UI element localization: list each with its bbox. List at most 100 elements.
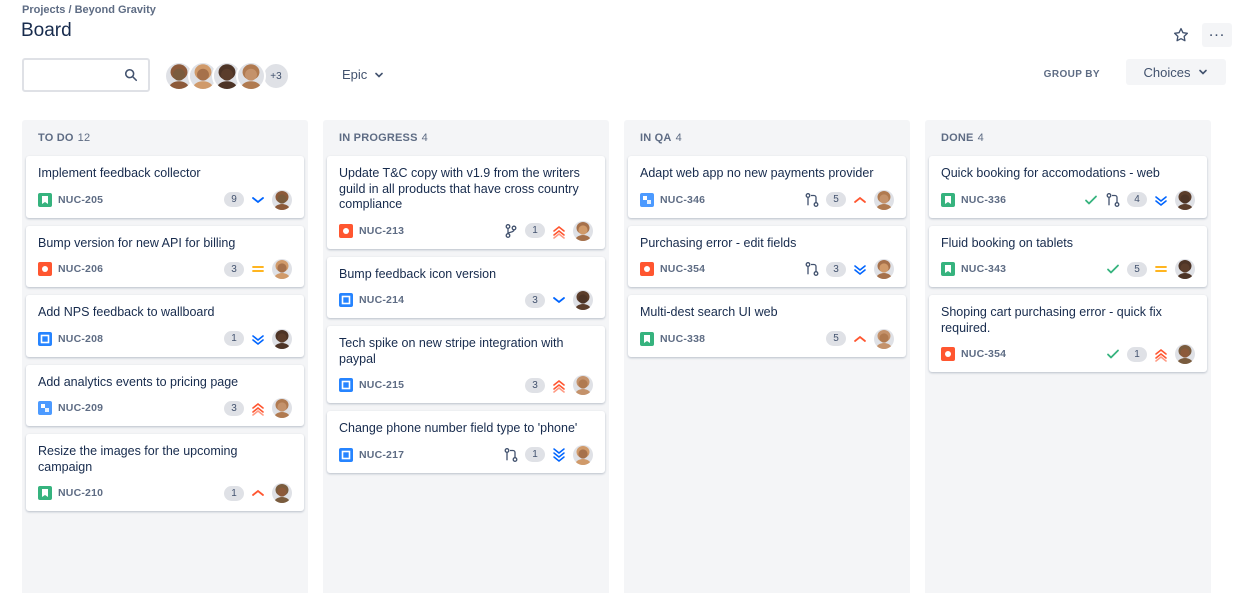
issue-meta: 1 — [503, 444, 593, 465]
assignee-avatar[interactable] — [874, 259, 894, 279]
assignee-avatar[interactable] — [272, 483, 292, 503]
story-points-badge: 3 — [826, 261, 846, 277]
task-type-icon — [339, 293, 353, 307]
story-points-badge: 1 — [224, 485, 244, 501]
issue-title: Update T&C copy with v1.9 from the write… — [339, 166, 580, 211]
task-type-icon — [339, 378, 353, 392]
issue-card[interactable]: Bump version for new API for billing NUC… — [26, 225, 304, 287]
issue-title: Tech spike on new stripe integration wit… — [339, 336, 564, 366]
assignee-avatar[interactable] — [573, 220, 593, 241]
avatar[interactable] — [236, 61, 266, 91]
issue-key: NUC-338 — [660, 332, 706, 345]
issue-meta: 5 — [826, 328, 894, 349]
column-header: TO DO 12 — [26, 128, 304, 156]
column-header: IN QA 4 — [628, 128, 906, 156]
assignee-avatar[interactable] — [573, 290, 593, 310]
bug-type-icon — [640, 262, 654, 276]
issue-card[interactable]: Adapt web app no new payments provider N… — [628, 156, 906, 218]
issue-footer: NUC-214 3 — [339, 290, 593, 310]
issue-title: Quick booking for accomodations - web — [941, 166, 1160, 180]
issue-key: NUC-354 — [660, 263, 706, 275]
assignee-avatar[interactable] — [272, 259, 292, 279]
issue-meta: 3 — [804, 259, 894, 279]
issue-footer: NUC-346 5 — [640, 189, 894, 210]
issue-meta: 4 — [1083, 189, 1195, 210]
header-actions: ... — [1168, 22, 1232, 48]
issue-title: Shoping cart purchasing error - quick fi… — [941, 305, 1162, 335]
issue-key: NUC-336 — [961, 193, 1007, 206]
priority-low-icon — [250, 192, 266, 208]
priority-lowest-icon — [1153, 192, 1169, 208]
column-in-progress: IN PROGRESS 4 Update T&C copy with v1.9 f… — [323, 120, 609, 593]
assignee-avatar[interactable] — [272, 398, 292, 418]
issue-meta: 3 — [224, 259, 292, 279]
story-points-badge: 5 — [826, 331, 846, 346]
issue-key: NUC-346 — [660, 193, 706, 206]
issue-card[interactable]: Multi-dest search UI web NUC-338 5 — [628, 295, 906, 357]
assignee-avatar[interactable] — [874, 328, 894, 349]
assignee-avatar[interactable] — [1175, 344, 1195, 364]
story-points-badge: 9 — [224, 192, 244, 207]
search-field[interactable] — [22, 58, 150, 92]
assignee-avatar[interactable] — [272, 328, 292, 349]
more-assignees-button[interactable]: +3 — [262, 62, 290, 90]
assignee-avatar[interactable] — [272, 189, 292, 210]
issue-title: Add NPS feedback to wallboard — [38, 305, 215, 319]
issue-card[interactable]: Shoping cart purchasing error - quick fi… — [929, 295, 1207, 372]
issue-meta: 3 — [525, 290, 593, 310]
priority-highest-icon — [250, 400, 266, 416]
issue-footer: NUC-205 9 — [38, 189, 292, 210]
issue-footer: NUC-336 4 — [941, 189, 1195, 210]
issue-key: NUC-217 — [359, 448, 405, 461]
assignee-avatar[interactable] — [1175, 259, 1195, 279]
issue-footer: NUC-354 1 — [941, 344, 1195, 364]
issue-footer: NUC-206 3 — [38, 259, 292, 279]
issue-meta: 1 — [503, 220, 593, 241]
issue-meta: 1 — [224, 483, 292, 503]
issue-footer: NUC-217 1 — [339, 444, 593, 465]
search-input[interactable] — [30, 60, 120, 90]
subtask-type-icon — [640, 192, 654, 207]
epic-filter-dropdown[interactable]: Epic — [342, 67, 384, 82]
assignee-avatar[interactable] — [874, 189, 894, 210]
issue-key: NUC-210 — [58, 487, 104, 499]
assignee-avatar[interactable] — [573, 375, 593, 395]
assignee-avatar[interactable] — [1175, 189, 1195, 210]
board: TO DO 12 Implement feedback collector NUC… — [22, 120, 1211, 593]
issue-title: Resize the images for the upcoming campa… — [38, 444, 238, 474]
issue-title: Bump version for new API for billing — [38, 235, 236, 250]
star-button[interactable] — [1168, 22, 1194, 48]
pull-request-icon — [1105, 192, 1121, 208]
chevron-down-icon — [375, 72, 384, 78]
issue-card[interactable]: Quick booking for accomodations - web NU… — [929, 156, 1207, 218]
column-header: DONE 4 — [929, 128, 1207, 156]
assignee-avatar[interactable] — [573, 444, 593, 465]
issue-key: NUC-213 — [359, 224, 405, 237]
group-by-dropdown[interactable]: Choices — [1126, 59, 1226, 85]
issue-card[interactable]: Bump feedback icon version NUC-214 3 — [327, 256, 605, 318]
issue-card[interactable]: Update T&C copy with v1.9 from the write… — [327, 156, 605, 249]
issue-footer: NUC-213 1 — [339, 220, 593, 241]
story-points-badge: 5 — [826, 192, 846, 207]
pull-request-icon — [503, 447, 519, 463]
story-points-badge: 3 — [525, 292, 545, 308]
breadcrumb[interactable]: Projects / Beyond Gravity — [22, 4, 156, 16]
story-points-badge: 4 — [1127, 192, 1147, 207]
issue-card[interactable]: Add NPS feedback to wallboard NUC-208 1 — [26, 295, 304, 357]
issue-card[interactable]: Purchasing error - edit fields NUC-354 3 — [628, 225, 906, 287]
issue-card[interactable]: Implement feedback collector NUC-205 9 — [26, 156, 304, 218]
issue-title: Adapt web app no new payments provider — [640, 166, 874, 180]
more-options-button[interactable]: ... — [1202, 23, 1232, 47]
column-count: 4 — [675, 132, 682, 144]
issue-card[interactable]: Add analytics events to pricing page NUC… — [26, 364, 304, 426]
issue-card[interactable]: Fluid booking on tablets NUC-343 5 — [929, 225, 1207, 287]
issue-card[interactable]: Tech spike on new stripe integration wit… — [327, 326, 605, 403]
column-count: 4 — [421, 132, 428, 144]
issue-title: Add analytics events to pricing page — [38, 374, 239, 389]
branch-icon — [503, 223, 519, 239]
issue-meta: 9 — [224, 189, 292, 210]
subtask-type-icon — [38, 401, 52, 415]
issue-card[interactable]: Resize the images for the upcoming campa… — [26, 434, 304, 511]
issue-key: NUC-215 — [359, 379, 405, 391]
issue-card[interactable]: Change phone number field type to 'phone… — [327, 411, 605, 473]
